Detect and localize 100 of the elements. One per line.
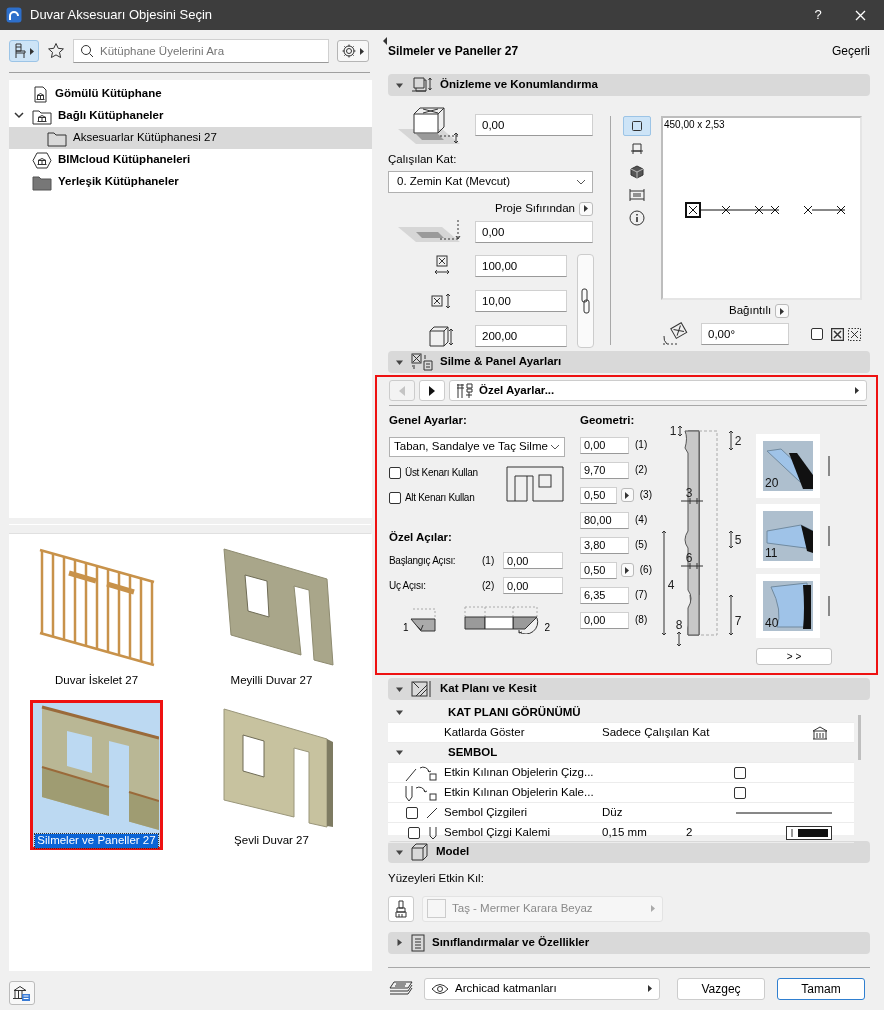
tree-item[interactable]: Bağlı Kütüphaneler <box>9 105 372 127</box>
thickness-field[interactable]: 10,00 <box>475 289 567 312</box>
checkbox[interactable] <box>734 786 746 799</box>
pen-icon <box>428 825 438 840</box>
object-type-button[interactable] <box>9 40 39 62</box>
profile-thumbnail[interactable]: 20 <box>756 434 820 498</box>
checkbox[interactable] <box>408 826 420 839</box>
angle-field[interactable]: 0,00 <box>503 577 563 595</box>
tree-item[interactable]: BIMcloud Kütüphaneleri <box>9 149 372 171</box>
geometry-field[interactable]: 0,00 <box>580 436 629 454</box>
relation-menu-button[interactable] <box>775 304 790 318</box>
height-field[interactable]: 200,00 <box>475 324 567 347</box>
group-heading: SEMBOL <box>448 745 498 760</box>
app-logo-icon <box>6 7 22 23</box>
geometry-menu-button[interactable] <box>620 563 635 578</box>
geometry-field[interactable]: 6,35 <box>580 586 629 604</box>
view-mode-button[interactable] <box>623 116 651 136</box>
story-label: Çalışılan Kat: <box>388 153 457 167</box>
property-row[interactable]: Etkin Kılınan Objelerin Kale... <box>388 783 854 803</box>
property-name: Etkin Kılınan Objelerin Kale... <box>444 785 595 800</box>
dimension-label: 2 <box>734 434 742 448</box>
section-header[interactable]: Sınıflandırmalar ve Özellikler <box>388 931 870 954</box>
option-checkbox[interactable]: Üst Kenarı Kullan <box>389 462 478 483</box>
section-header[interactable]: Model <box>388 841 870 863</box>
angle-field[interactable]: 0,00 <box>503 552 563 570</box>
geometry-field[interactable]: 3,80 <box>580 536 629 554</box>
library-object[interactable]: Duvar İskelet 27 <box>30 540 163 690</box>
forward-button[interactable] <box>419 380 445 401</box>
checkbox[interactable] <box>389 491 401 504</box>
document-icon <box>32 85 49 103</box>
molding-drawing <box>763 441 813 491</box>
brush-button[interactable] <box>388 895 414 922</box>
dimension-label: 5 <box>734 533 742 547</box>
tree-item[interactable]: Yerleşik Kütüphaneler <box>9 171 372 193</box>
story-dropdown[interactable]: 0. Zemin Kat (Mevcut) <box>388 170 593 193</box>
angle-field[interactable]: 0,00° <box>701 323 789 345</box>
library-manager-button[interactable] <box>9 981 35 1005</box>
dimension-label: 4 <box>667 578 675 592</box>
elevation-field[interactable]: 0,00 <box>475 220 593 243</box>
help-button[interactable]: ? <box>803 7 833 23</box>
cancel-button[interactable]: Vazgeç <box>677 977 765 1000</box>
window-title: Duvar Aksesuarı Objesini Seçin <box>30 7 213 23</box>
library-object[interactable]: Meyilli Duvar 27 <box>205 540 338 690</box>
layers-icon[interactable] <box>388 979 414 998</box>
property-row[interactable]: Etkin Kılınan Objelerin Çizg... <box>388 763 854 783</box>
checkbox[interactable] <box>406 806 418 819</box>
geometry-field[interactable]: 0,50 <box>580 561 617 579</box>
settings-panel-icon <box>411 353 433 371</box>
property-row[interactable]: Sembol Çizgileri Düz <box>388 803 854 823</box>
geometry-field[interactable]: 9,70 <box>580 461 629 479</box>
mirror-checkbox[interactable] <box>811 328 823 340</box>
collapse-arrow-icon[interactable] <box>382 36 388 46</box>
section-header[interactable]: Kat Planı ve Kesit <box>388 678 870 700</box>
dashed-boxed-x-icon[interactable] <box>848 327 861 341</box>
close-icon[interactable] <box>855 9 866 21</box>
proportion-link-toggle[interactable] <box>577 253 594 348</box>
geometry-index: (7) <box>635 589 648 602</box>
reference-menu-button[interactable] <box>579 201 593 216</box>
tree-item[interactable]: Gömülü Kütüphane <box>9 83 372 105</box>
layers-dropdown[interactable]: Archicad katmanları <box>424 977 660 1000</box>
section-header[interactable]: Önizleme ve Konumlandırma <box>388 74 870 96</box>
reference-label: Proje Sıfırından <box>495 201 575 216</box>
disclosure-triangle-icon[interactable] <box>395 708 404 717</box>
property-value: 0,15 mm <box>602 825 647 840</box>
line-override-icon <box>404 763 438 782</box>
document-lines-icon <box>411 933 425 952</box>
settings-button[interactable] <box>337 40 369 62</box>
checkbox[interactable] <box>734 766 746 779</box>
option-checkbox[interactable]: Alt Kenarı Kullan <box>389 487 478 508</box>
pen-number: 2 <box>686 825 694 840</box>
page-dropdown[interactable]: Özel Ayarlar... <box>449 380 867 401</box>
property-name: Etkin Kılınan Objelerin Çizg... <box>444 765 595 780</box>
disclosure-triangle-icon[interactable] <box>395 938 404 948</box>
profile-thumbnail[interactable]: 40 <box>756 574 820 638</box>
geometry-field[interactable]: 80,00 <box>580 511 629 529</box>
ok-button[interactable]: Tamam <box>777 977 865 1000</box>
film-strip-icon <box>629 188 645 202</box>
profile-thumbnail[interactable]: 11 <box>756 504 820 568</box>
star-icon[interactable] <box>47 42 65 60</box>
tree-item[interactable]: Aksesuarlar Kütüphanesi 27 <box>9 127 372 149</box>
geometry-field[interactable]: 0,50 <box>580 486 617 504</box>
search-field[interactable]: Kütüphane Üyelerini Ara <box>73 39 329 63</box>
chevron-down-icon[interactable] <box>12 111 26 121</box>
base-offset-field[interactable]: 0,00 <box>475 114 593 136</box>
library-object[interactable]: Silmeler ve Paneller 27 <box>30 700 163 850</box>
more-button[interactable]: > > <box>756 648 832 665</box>
folder-icon <box>32 173 52 191</box>
brush-icon <box>394 899 408 918</box>
library-object[interactable]: Şevli Duvar 27 <box>205 700 338 850</box>
geometry-index: (5) <box>635 539 648 552</box>
geometry-menu-button[interactable] <box>620 488 635 503</box>
rotation-angle-icon <box>661 322 691 346</box>
molding-type-dropdown[interactable]: Taban, Sandalye ve Taç Silme <box>389 436 565 457</box>
checkbox[interactable] <box>389 466 401 479</box>
geometry-field[interactable]: 0,00 <box>580 611 629 629</box>
boxed-x-icon[interactable] <box>831 327 844 341</box>
preview-positioning-icon <box>411 76 433 94</box>
width-field[interactable]: 100,00 <box>475 254 567 277</box>
section-header[interactable]: Silme & Panel Ayarları <box>388 351 870 373</box>
disclosure-triangle-icon[interactable] <box>395 748 404 757</box>
